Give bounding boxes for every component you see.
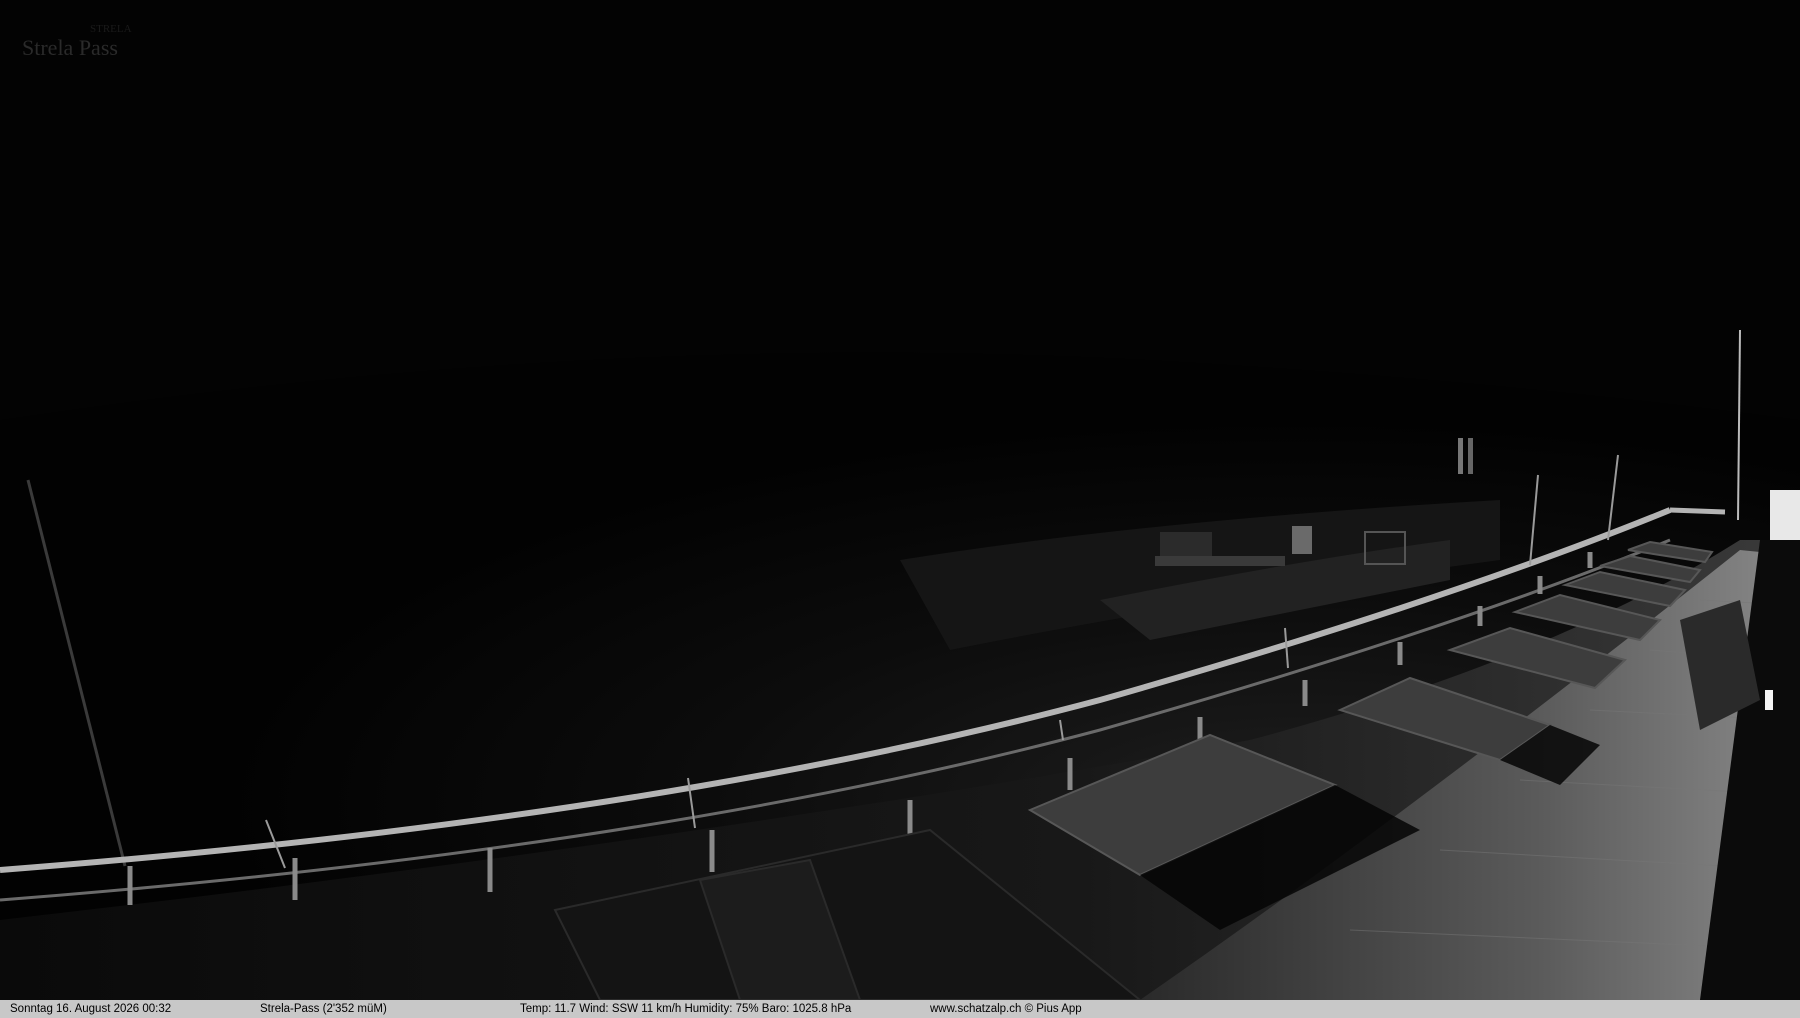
svg-text:Strela Pass: Strela Pass xyxy=(22,35,118,60)
hut-window xyxy=(1770,490,1800,540)
credit-label: www.schatzalp.ch © Pius App xyxy=(930,1003,1082,1015)
webcam-view: STRELA Strela Pass Sonntag 16. August 20… xyxy=(0,0,1800,1018)
status-bar: Sonntag 16. August 2026 00:32 Strela-Pas… xyxy=(0,1000,1800,1018)
night-terrace-scene xyxy=(0,0,1800,1000)
location-label: Strela-Pass (2'352 müM) xyxy=(260,1003,387,1015)
strela-pass-logo: STRELA Strela Pass xyxy=(22,23,132,60)
date-time-label: Sonntag 16. August 2026 00:32 xyxy=(10,1003,172,1015)
weather-readout: Temp: 11.7 Wind: SSW 11 km/h Humidity: 7… xyxy=(520,1003,852,1015)
svg-text:STRELA: STRELA xyxy=(90,23,132,35)
distant-box xyxy=(1160,532,1212,556)
